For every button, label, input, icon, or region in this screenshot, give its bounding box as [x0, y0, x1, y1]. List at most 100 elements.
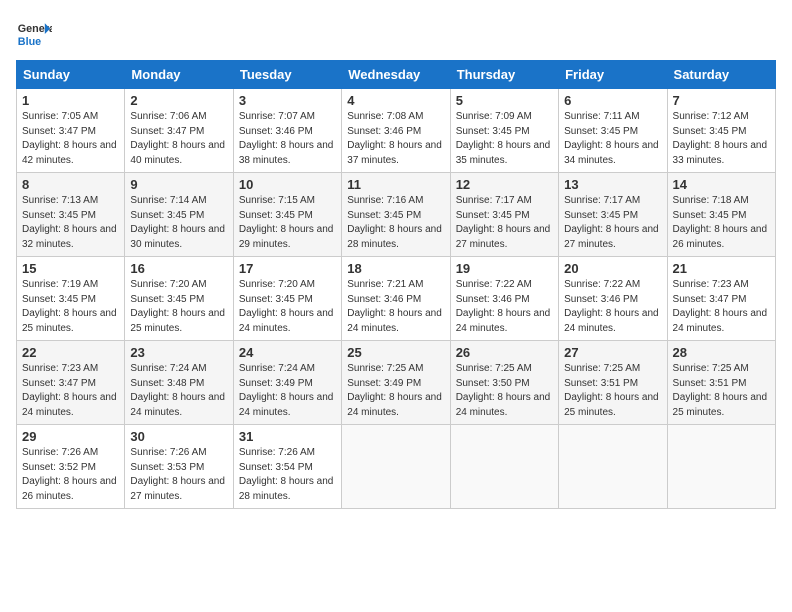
- day-number: 24: [239, 345, 336, 360]
- logo: General Blue: [16, 16, 52, 52]
- day-number: 27: [564, 345, 661, 360]
- day-info: Sunrise: 7:22 AMSunset: 3:46 PMDaylight:…: [456, 279, 551, 334]
- calendar-week-2: 8 Sunrise: 7:13 AMSunset: 3:45 PMDayligh…: [17, 173, 776, 257]
- day-number: 10: [239, 177, 336, 192]
- calendar-table: SundayMondayTuesdayWednesdayThursdayFrid…: [16, 60, 776, 509]
- day-info: Sunrise: 7:17 AMSunset: 3:45 PMDaylight:…: [456, 195, 551, 250]
- day-number: 5: [456, 93, 553, 108]
- weekday-header-tuesday: Tuesday: [233, 61, 341, 89]
- calendar-day-30: 30 Sunrise: 7:26 AMSunset: 3:53 PMDaylig…: [125, 425, 233, 509]
- day-info: Sunrise: 7:25 AMSunset: 3:49 PMDaylight:…: [347, 363, 442, 418]
- weekday-header-saturday: Saturday: [667, 61, 775, 89]
- calendar-week-3: 15 Sunrise: 7:19 AMSunset: 3:45 PMDaylig…: [17, 257, 776, 341]
- day-info: Sunrise: 7:06 AMSunset: 3:47 PMDaylight:…: [130, 111, 225, 166]
- day-info: Sunrise: 7:26 AMSunset: 3:54 PMDaylight:…: [239, 447, 334, 502]
- calendar-day-12: 12 Sunrise: 7:17 AMSunset: 3:45 PMDaylig…: [450, 173, 558, 257]
- day-info: Sunrise: 7:21 AMSunset: 3:46 PMDaylight:…: [347, 279, 442, 334]
- day-number: 15: [22, 261, 119, 276]
- calendar-day-16: 16 Sunrise: 7:20 AMSunset: 3:45 PMDaylig…: [125, 257, 233, 341]
- calendar-day-1: 1 Sunrise: 7:05 AMSunset: 3:47 PMDayligh…: [17, 89, 125, 173]
- empty-cell: [667, 425, 775, 509]
- calendar-day-21: 21 Sunrise: 7:23 AMSunset: 3:47 PMDaylig…: [667, 257, 775, 341]
- day-number: 4: [347, 93, 444, 108]
- weekday-header-friday: Friday: [559, 61, 667, 89]
- day-number: 11: [347, 177, 444, 192]
- day-number: 6: [564, 93, 661, 108]
- calendar-day-14: 14 Sunrise: 7:18 AMSunset: 3:45 PMDaylig…: [667, 173, 775, 257]
- day-number: 7: [673, 93, 770, 108]
- day-info: Sunrise: 7:09 AMSunset: 3:45 PMDaylight:…: [456, 111, 551, 166]
- day-number: 23: [130, 345, 227, 360]
- calendar-week-5: 29 Sunrise: 7:26 AMSunset: 3:52 PMDaylig…: [17, 425, 776, 509]
- calendar-day-6: 6 Sunrise: 7:11 AMSunset: 3:45 PMDayligh…: [559, 89, 667, 173]
- day-number: 20: [564, 261, 661, 276]
- calendar-day-31: 31 Sunrise: 7:26 AMSunset: 3:54 PMDaylig…: [233, 425, 341, 509]
- calendar-week-4: 22 Sunrise: 7:23 AMSunset: 3:47 PMDaylig…: [17, 341, 776, 425]
- day-info: Sunrise: 7:23 AMSunset: 3:47 PMDaylight:…: [22, 363, 117, 418]
- day-number: 22: [22, 345, 119, 360]
- day-number: 2: [130, 93, 227, 108]
- svg-text:Blue: Blue: [18, 36, 41, 48]
- day-info: Sunrise: 7:20 AMSunset: 3:45 PMDaylight:…: [130, 279, 225, 334]
- calendar-day-11: 11 Sunrise: 7:16 AMSunset: 3:45 PMDaylig…: [342, 173, 450, 257]
- day-number: 17: [239, 261, 336, 276]
- day-number: 25: [347, 345, 444, 360]
- day-number: 30: [130, 429, 227, 444]
- day-info: Sunrise: 7:18 AMSunset: 3:45 PMDaylight:…: [673, 195, 768, 250]
- day-info: Sunrise: 7:12 AMSunset: 3:45 PMDaylight:…: [673, 111, 768, 166]
- calendar-day-26: 26 Sunrise: 7:25 AMSunset: 3:50 PMDaylig…: [450, 341, 558, 425]
- day-info: Sunrise: 7:26 AMSunset: 3:53 PMDaylight:…: [130, 447, 225, 502]
- calendar-day-10: 10 Sunrise: 7:15 AMSunset: 3:45 PMDaylig…: [233, 173, 341, 257]
- day-info: Sunrise: 7:25 AMSunset: 3:51 PMDaylight:…: [673, 363, 768, 418]
- day-info: Sunrise: 7:11 AMSunset: 3:45 PMDaylight:…: [564, 111, 659, 166]
- day-number: 13: [564, 177, 661, 192]
- weekday-header-wednesday: Wednesday: [342, 61, 450, 89]
- weekday-header-thursday: Thursday: [450, 61, 558, 89]
- calendar-day-8: 8 Sunrise: 7:13 AMSunset: 3:45 PMDayligh…: [17, 173, 125, 257]
- calendar-day-9: 9 Sunrise: 7:14 AMSunset: 3:45 PMDayligh…: [125, 173, 233, 257]
- calendar-week-1: 1 Sunrise: 7:05 AMSunset: 3:47 PMDayligh…: [17, 89, 776, 173]
- day-info: Sunrise: 7:08 AMSunset: 3:46 PMDaylight:…: [347, 111, 442, 166]
- day-info: Sunrise: 7:24 AMSunset: 3:48 PMDaylight:…: [130, 363, 225, 418]
- calendar-day-25: 25 Sunrise: 7:25 AMSunset: 3:49 PMDaylig…: [342, 341, 450, 425]
- day-number: 31: [239, 429, 336, 444]
- day-info: Sunrise: 7:07 AMSunset: 3:46 PMDaylight:…: [239, 111, 334, 166]
- calendar-day-17: 17 Sunrise: 7:20 AMSunset: 3:45 PMDaylig…: [233, 257, 341, 341]
- day-number: 8: [22, 177, 119, 192]
- day-info: Sunrise: 7:23 AMSunset: 3:47 PMDaylight:…: [673, 279, 768, 334]
- day-info: Sunrise: 7:17 AMSunset: 3:45 PMDaylight:…: [564, 195, 659, 250]
- weekday-header-sunday: Sunday: [17, 61, 125, 89]
- calendar-day-27: 27 Sunrise: 7:25 AMSunset: 3:51 PMDaylig…: [559, 341, 667, 425]
- day-info: Sunrise: 7:22 AMSunset: 3:46 PMDaylight:…: [564, 279, 659, 334]
- day-number: 1: [22, 93, 119, 108]
- day-info: Sunrise: 7:15 AMSunset: 3:45 PMDaylight:…: [239, 195, 334, 250]
- calendar-day-7: 7 Sunrise: 7:12 AMSunset: 3:45 PMDayligh…: [667, 89, 775, 173]
- calendar-day-15: 15 Sunrise: 7:19 AMSunset: 3:45 PMDaylig…: [17, 257, 125, 341]
- weekday-header-monday: Monday: [125, 61, 233, 89]
- calendar-day-28: 28 Sunrise: 7:25 AMSunset: 3:51 PMDaylig…: [667, 341, 775, 425]
- calendar-day-2: 2 Sunrise: 7:06 AMSunset: 3:47 PMDayligh…: [125, 89, 233, 173]
- weekday-header-row: SundayMondayTuesdayWednesdayThursdayFrid…: [17, 61, 776, 89]
- day-number: 12: [456, 177, 553, 192]
- calendar-day-18: 18 Sunrise: 7:21 AMSunset: 3:46 PMDaylig…: [342, 257, 450, 341]
- logo-icon: General Blue: [16, 16, 52, 52]
- empty-cell: [559, 425, 667, 509]
- day-number: 26: [456, 345, 553, 360]
- day-number: 16: [130, 261, 227, 276]
- calendar-day-13: 13 Sunrise: 7:17 AMSunset: 3:45 PMDaylig…: [559, 173, 667, 257]
- calendar-day-20: 20 Sunrise: 7:22 AMSunset: 3:46 PMDaylig…: [559, 257, 667, 341]
- empty-cell: [342, 425, 450, 509]
- calendar-day-19: 19 Sunrise: 7:22 AMSunset: 3:46 PMDaylig…: [450, 257, 558, 341]
- calendar-day-24: 24 Sunrise: 7:24 AMSunset: 3:49 PMDaylig…: [233, 341, 341, 425]
- day-number: 29: [22, 429, 119, 444]
- day-number: 18: [347, 261, 444, 276]
- day-number: 28: [673, 345, 770, 360]
- day-info: Sunrise: 7:19 AMSunset: 3:45 PMDaylight:…: [22, 279, 117, 334]
- calendar-day-3: 3 Sunrise: 7:07 AMSunset: 3:46 PMDayligh…: [233, 89, 341, 173]
- empty-cell: [450, 425, 558, 509]
- day-number: 3: [239, 93, 336, 108]
- day-number: 9: [130, 177, 227, 192]
- day-number: 14: [673, 177, 770, 192]
- day-info: Sunrise: 7:13 AMSunset: 3:45 PMDaylight:…: [22, 195, 117, 250]
- day-info: Sunrise: 7:16 AMSunset: 3:45 PMDaylight:…: [347, 195, 442, 250]
